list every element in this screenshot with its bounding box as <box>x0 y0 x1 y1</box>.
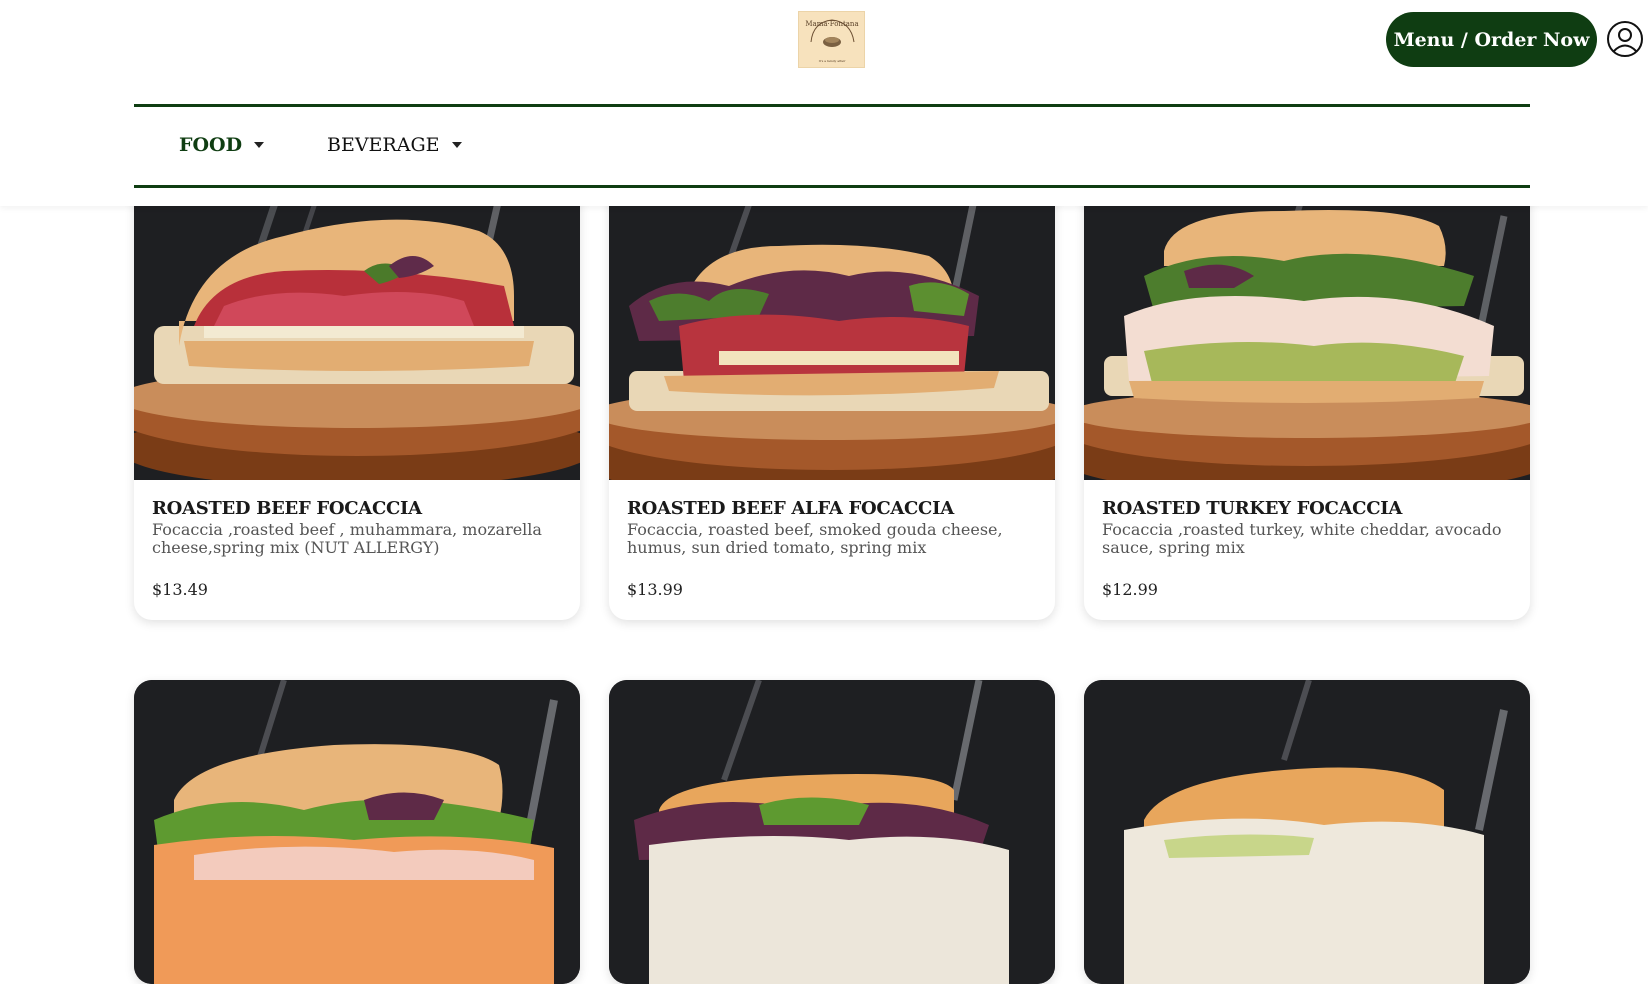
nav-item-beverage[interactable]: BEVERAGE <box>327 134 462 156</box>
sandwich-photo-icon <box>609 176 1055 480</box>
sandwich-photo-icon <box>1084 176 1530 480</box>
product-name: ROASTED BEEF ALFA FOCACCIA <box>627 498 954 519</box>
svg-text:Mama·Fontana: Mama·Fontana <box>805 20 858 28</box>
sandwich-photo-icon <box>134 680 580 984</box>
sandwich-photo-icon <box>1084 680 1530 984</box>
product-description: Focaccia ,roasted beef , muhammara, moza… <box>152 521 542 557</box>
user-circle-icon[interactable] <box>1606 20 1644 58</box>
caret-down-icon <box>254 142 265 148</box>
product-description: Focaccia, roasted beef, smoked gouda che… <box>627 521 1003 557</box>
category-nav: FOOD BEVERAGE <box>134 108 1530 185</box>
product-description: Focaccia ,roasted turkey, white cheddar,… <box>1102 521 1502 557</box>
product-card[interactable] <box>1084 680 1530 984</box>
sandwich-photo-icon <box>609 680 1055 984</box>
product-card-roasted-beef-alfa-focaccia[interactable]: ROASTED BEEF ALFA FOCACCIA Focaccia, roa… <box>609 176 1055 620</box>
product-price: $12.99 <box>1102 580 1158 599</box>
product-photo <box>134 680 580 984</box>
nav-item-food[interactable]: FOOD <box>179 134 265 156</box>
nav-bottom-rule <box>134 185 1530 188</box>
product-price: $13.49 <box>152 580 208 599</box>
brand-logo[interactable]: Mama·Fontana It's a family affair <box>798 11 865 68</box>
product-photo <box>134 176 580 480</box>
product-name: ROASTED TURKEY FOCACCIA <box>1102 498 1403 519</box>
logo-emblem-icon: Mama·Fontana It's a family affair <box>799 12 864 67</box>
product-photo <box>609 176 1055 480</box>
nav-item-label: FOOD <box>179 134 243 156</box>
svg-text:It's a family affair: It's a family affair <box>819 59 846 63</box>
site-header: Mama·Fontana It's a family affair Menu /… <box>0 0 1648 206</box>
menu-order-now-button[interactable]: Menu / Order Now <box>1386 12 1597 67</box>
sandwich-photo-icon <box>134 176 580 480</box>
nav-top-rule <box>134 104 1530 107</box>
product-card-roasted-beef-focaccia[interactable]: ROASTED BEEF FOCACCIA Focaccia ,roasted … <box>134 176 580 620</box>
product-card[interactable] <box>609 680 1055 984</box>
nav-item-label: BEVERAGE <box>327 134 440 156</box>
product-photo <box>609 680 1055 984</box>
product-card[interactable] <box>134 680 580 984</box>
product-name: ROASTED BEEF FOCACCIA <box>152 498 422 519</box>
caret-down-icon <box>451 142 462 148</box>
product-photo <box>1084 680 1530 984</box>
product-card-roasted-turkey-focaccia[interactable]: ROASTED TURKEY FOCACCIA Focaccia ,roaste… <box>1084 176 1530 620</box>
product-price: $13.99 <box>627 580 683 599</box>
product-photo <box>1084 176 1530 480</box>
